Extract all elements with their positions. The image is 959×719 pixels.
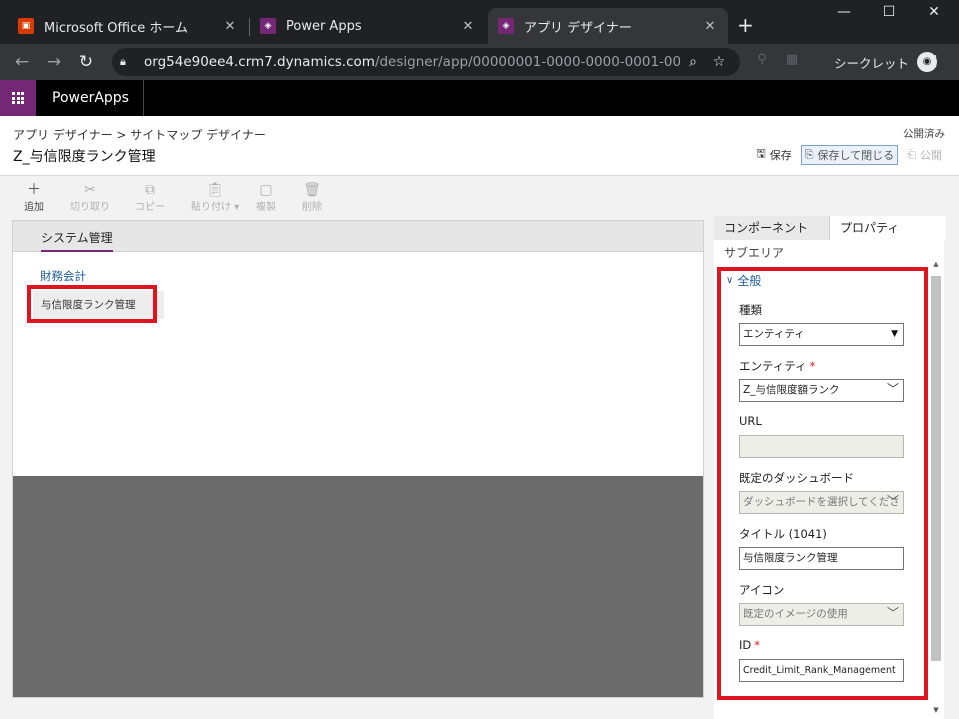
- breadcrumb[interactable]: アプリ デザイナー > サイトマップ デザイナー: [13, 126, 266, 143]
- scissors-icon: ✂: [84, 182, 96, 198]
- highlight-box: [27, 285, 157, 323]
- page-title: Z_与信限度ランク管理: [13, 149, 156, 165]
- save-icon: 🖫︎: [756, 147, 766, 160]
- close-icon[interactable]: ✕: [460, 19, 476, 34]
- publish-icon: ⎗: [907, 147, 916, 161]
- bookmark-star-icon[interactable]: ☆: [706, 54, 732, 70]
- trash-icon: 🗑︎: [303, 182, 321, 198]
- back-icon[interactable]: ←: [10, 50, 34, 74]
- properties-pane: コンポーネント プロパティ サブエリア ▲ ▼ ∨ 全般 種類 エンティティ ▼…: [714, 216, 959, 719]
- copy-icon: ⧉: [145, 182, 155, 198]
- delete-button[interactable]: 🗑︎ 削除: [302, 182, 322, 213]
- maximize-icon[interactable]: ☐: [869, 4, 909, 20]
- office-icon: ▣: [18, 18, 34, 34]
- page-header: アプリ デザイナー > サイトマップ デザイナー Z_与信限度ランク管理 公開済…: [0, 116, 959, 176]
- publish-button[interactable]: ⎗ 公開: [904, 146, 945, 164]
- waffle-icon: [12, 92, 24, 104]
- window-close-icon[interactable]: ✕: [914, 4, 954, 20]
- minimize-icon[interactable]: —: [824, 4, 864, 20]
- close-icon[interactable]: ✕: [222, 19, 238, 34]
- tab-title: Power Apps: [286, 18, 362, 34]
- zoom-icon[interactable]: ⌕: [680, 54, 706, 70]
- browser-tab-powerapps[interactable]: ◈ Power Apps ✕: [250, 8, 486, 44]
- incognito-label: シークレット: [834, 55, 910, 71]
- url-text[interactable]: org54e90ee4.crm7.dynamics.com/designer/a…: [144, 54, 680, 70]
- reload-icon[interactable]: ↻: [74, 50, 98, 74]
- plus-icon: ＋: [27, 182, 41, 198]
- powerapps-icon: ◈: [498, 18, 514, 34]
- app-header: PowerApps: [0, 80, 959, 116]
- header-actions: 🖫︎ 保存 ⎘ 保存して閉じる ⎗ 公開: [747, 144, 945, 165]
- incognito-indicator[interactable]: シークレット ◉: [834, 52, 938, 72]
- tab-title: アプリ デザイナー: [524, 20, 632, 36]
- extension-icon[interactable]: ⚲: [752, 52, 772, 72]
- menu-kebab-icon[interactable]: ⋮: [928, 52, 943, 70]
- clone-icon: ▢: [259, 182, 273, 198]
- sitemap-canvas[interactable]: システム管理 財務会計 与信限度ランク管理: [12, 220, 704, 698]
- app-launcher-button[interactable]: [0, 80, 36, 116]
- browser-tab-strip: ▣ Microsoft Office ホーム ✕ ◈ Power Apps ✕ …: [0, 0, 959, 44]
- area-container[interactable]: システム管理 財務会計 与信限度ランク管理: [13, 221, 703, 476]
- save-button[interactable]: 🖫︎ 保存: [753, 144, 794, 165]
- command-bar: ＋ 追加 ✂ 切り取り ⧉ コピー 📋︎ 貼り付け ▾ ▢ 複製 🗑︎ 削除: [0, 176, 959, 216]
- scroll-up-icon[interactable]: ▲: [930, 258, 942, 270]
- save-and-close-button[interactable]: ⎘ 保存して閉じる: [800, 144, 899, 165]
- new-tab-icon[interactable]: +: [737, 14, 754, 36]
- paste-icon: 📋︎: [206, 182, 224, 198]
- pane-body: サブエリア ▲ ▼ ∨ 全般 種類 エンティティ ▼ エンティティ * Z_与信限…: [714, 240, 944, 719]
- powerapps-icon: ◈: [260, 18, 276, 34]
- save-close-icon: ⎘: [804, 147, 814, 161]
- browser-toolbar: ← → ↻ 🔒︎ org54e90ee4.crm7.dynamics.com/d…: [0, 44, 959, 80]
- browser-tab-office[interactable]: ▣ Microsoft Office ホーム ✕: [8, 8, 248, 44]
- chevron-down-icon: ▾: [234, 202, 240, 213]
- clone-button[interactable]: ▢ 複製: [256, 182, 276, 213]
- lock-icon[interactable]: 🔒︎: [120, 55, 134, 69]
- section-title: サブエリア: [724, 246, 785, 260]
- pane-scrollbar[interactable]: ▲ ▼: [930, 258, 942, 718]
- paste-button[interactable]: 📋︎ 貼り付け ▾: [191, 182, 239, 213]
- group-title[interactable]: 財務会計: [40, 268, 86, 284]
- tab-properties[interactable]: プロパティ: [830, 216, 946, 240]
- area-tab-bar: システム管理: [13, 221, 703, 252]
- tab-components[interactable]: コンポーネント: [714, 216, 830, 240]
- designer-canvas-region: システム管理 財務会計 与信限度ランク管理: [0, 216, 714, 719]
- close-icon[interactable]: ✕: [702, 19, 718, 34]
- publish-status: 公開済み: [903, 128, 945, 140]
- pane-tabs: コンポーネント プロパティ: [714, 216, 946, 240]
- browser-tab-app-designer[interactable]: ◈ アプリ デザイナー ✕: [488, 8, 728, 44]
- extension-icon[interactable]: ▦: [782, 52, 802, 72]
- forward-icon[interactable]: →: [42, 50, 66, 74]
- highlight-box: [717, 267, 928, 700]
- app-brand[interactable]: PowerApps: [36, 80, 144, 116]
- add-button[interactable]: ＋ 追加: [24, 182, 44, 213]
- address-bar[interactable]: 🔒︎ org54e90ee4.crm7.dynamics.com/designe…: [112, 48, 740, 76]
- copy-button[interactable]: ⧉ コピー: [135, 182, 165, 213]
- area-tab-system-admin[interactable]: システム管理: [41, 229, 113, 252]
- scroll-down-icon[interactable]: ▼: [930, 704, 942, 716]
- cut-button[interactable]: ✂ 切り取り: [70, 182, 110, 213]
- scroll-thumb[interactable]: [931, 276, 941, 661]
- tab-title: Microsoft Office ホーム: [44, 20, 188, 36]
